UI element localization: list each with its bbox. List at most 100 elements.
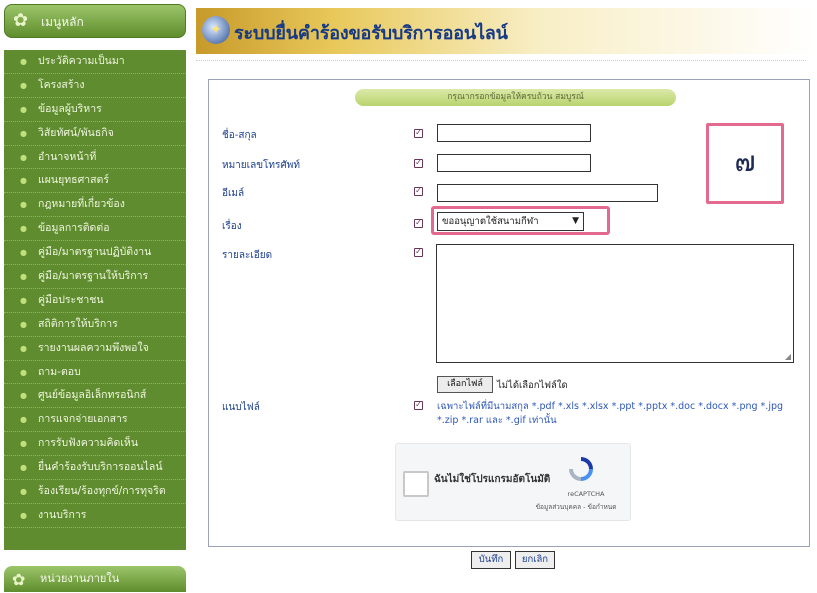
bullet-icon: ● [20,152,27,162]
sidebar-item-label: คู่มือ/มาตรฐานปฏิบัติงาน [38,246,152,259]
sidebar-item-duties[interactable]: ● อำนาจหน้าที่ [4,146,186,170]
sidebar-item-structure[interactable]: ● โครงสร้าง [4,74,186,98]
emblem-icon: ✦ [202,16,230,44]
sidebar-item-e-info-center[interactable]: ● ศูนย์ข้อมูลอิเล็กทรอนิกส์ [4,384,186,409]
required-mark-icon: ✓ [414,247,423,257]
page-title: ระบบยื่นคำร้องขอรับบริการออนไลน์ [234,23,508,44]
subject-label: เรื่อง [222,221,242,232]
required-mark-icon: ✓ [414,128,423,138]
resize-grip-icon[interactable]: ◢ [785,352,791,361]
sidebar: ✿ เมนูหลัก ● ประวัติความเป็นมา ● โครงสร้าง… [0,0,188,592]
sidebar-footer-label: หน่วยงานภายใน [40,572,120,585]
sidebar-item-label: การรับฟังความคิดเห็น [38,437,139,450]
sidebar-menu: ● ประวัติความเป็นมา ● โครงสร้าง ● ข้อมูลผู้… [4,50,186,550]
sidebar-footer: ✿ หน่วยงานภายใน [4,566,186,592]
sidebar-item-faq[interactable]: ● ถาม-ตอบ [4,361,186,385]
sidebar-item-complaints[interactable]: ● ร้องเรียน/ร้องทุกข์/การทุจริต [4,480,186,504]
sidebar-header: ✿ เมนูหลัก [4,4,186,38]
name-label: ชื่อ-สกุล [222,130,257,141]
sidebar-item-service-manual[interactable]: ● คู่มือ/มาตรฐานให้บริการ [4,265,186,289]
bullet-icon: ● [20,176,27,186]
submit-button[interactable]: บันทึก [471,551,511,569]
sidebar-item-label: วิสัยทัศน์/พันธกิจ [38,126,114,139]
sidebar-header-label: เมนูหลัก [41,15,84,29]
sidebar-item-executives[interactable]: ● ข้อมูลผู้บริหาร [4,98,186,122]
sidebar-item-label: ข้อมูลการติดต่อ [38,222,110,235]
sidebar-item-label: ประวัติความเป็นมา [38,55,125,67]
recaptcha-label: ฉันไม่ใช่โปรแกรมอัตโนมัติ [434,474,551,485]
sidebar-item-label: อำนาจหน้าที่ [38,150,97,163]
sidebar-item-strategy[interactable]: ● แผนยุทธศาสตร์ [4,169,186,194]
leaf-icon: ✿ [13,10,29,31]
sidebar-item-services[interactable]: ● งานบริการ [4,504,186,528]
sidebar-item-label: โครงสร้าง [38,78,85,91]
bullet-icon: ● [20,57,27,66]
bullet-icon: ● [20,367,27,377]
sidebar-item-label: การแจกจ่ายเอกสาร [38,413,128,426]
bullet-icon: ● [20,463,27,473]
detail-label: รายละเอียด [222,250,273,261]
bullet-icon: ● [20,439,27,449]
bullet-icon: ● [20,200,27,210]
required-mark-icon: ✓ [414,218,423,228]
sidebar-item-laws[interactable]: ● กฎหมายที่เกี่ยวข้อง [4,193,186,218]
required-mark-icon: ✓ [414,400,423,410]
sidebar-item-vision[interactable]: ● วิสัยทัศน์/พันธกิจ [4,122,186,146]
sidebar-item-label: รายงานผลความพึงพอใจ [38,341,149,354]
file-status-text: ไม่ได้เลือกไฟล์ใด [497,380,568,391]
recaptcha-checkbox[interactable] [403,471,429,497]
sidebar-item-label: แผนยุทธศาสตร์ [38,174,110,187]
leaf-icon: ✿ [12,570,26,589]
sidebar-item-label: ศูนย์ข้อมูลอิเล็กทรอนิกส์ [38,389,147,402]
required-mark-icon: ✓ [414,158,423,168]
bullet-icon: ● [20,80,27,90]
bullet-icon: ● [20,343,27,353]
sidebar-item-label: ร้องเรียน/ร้องทุกข์/การทุจริต [38,485,166,498]
email-input[interactable] [437,184,658,202]
sidebar-item-label: คู่มือ/มาตรฐานให้บริการ [38,270,149,283]
bullet-icon: ● [20,104,27,114]
choose-file-button[interactable]: เลือกไฟล์ [437,376,493,393]
page-header: ✦ ระบบยื่นคำร้องขอรับบริการออนไลน์ [196,8,817,54]
sidebar-item-label: ยื่นคำร้องรับบริการออนไลน์ [38,461,163,474]
sidebar-item-online-request[interactable]: ● ยื่นคำร้องรับบริการออนไลน์ [4,456,186,481]
detail-textarea[interactable]: ◢ [436,244,794,363]
bullet-icon: ● [20,391,27,401]
recaptcha-terms-link[interactable]: ข้อมูลส่วนบุคคล - ข้อกำหนด [524,502,628,512]
recaptcha-widget: ฉันไม่ใช่โปรแกรมอัตโนมัติ reCAPTCHA ข้อม… [395,443,631,521]
bullet-icon: ● [20,248,27,258]
annotation-number-badge: ๗ [706,123,784,204]
attach-label: แนบไฟล์ [222,402,260,413]
file-type-hint: เฉพาะไฟล์ที่มีนามสกุล *.pdf *.xls *.xlsx… [437,401,784,426]
sidebar-item-work-manual[interactable]: ● คู่มือ/มาตรฐานปฏิบัติงาน [4,241,186,266]
sidebar-item-statistics[interactable]: ● สถิติการให้บริการ [4,313,186,337]
name-input[interactable] [437,124,591,142]
header-divider [196,60,806,61]
sidebar-item-label: ถาม-ตอบ [38,365,81,378]
sidebar-item-documents[interactable]: ● การแจกจ่ายเอกสาร [4,408,186,433]
form-notice: กรุณากรอกข้อมูลให้ครบถ้วน สมบูรณ์ [355,89,676,106]
phone-input[interactable] [437,154,591,172]
bullet-icon: ● [20,272,27,282]
cancel-button[interactable]: ยกเลิก [515,551,555,569]
bullet-icon: ● [20,487,27,497]
sidebar-item-citizen-manual[interactable]: ● คู่มือประชาชน [4,289,186,313]
sidebar-item-feedback[interactable]: ● การรับฟังความคิดเห็น [4,432,186,457]
email-label: อีเมล์ [222,188,245,199]
sidebar-item-contact[interactable]: ● ข้อมูลการติดต่อ [4,217,186,242]
bullet-icon: ● [20,224,27,234]
phone-label: หมายเลขโทรศัพท์ [222,160,300,171]
sidebar-item-label: สถิติการให้บริการ [38,317,118,330]
recaptcha-icon [569,457,593,481]
sidebar-item-label: งานบริการ [38,508,87,521]
bullet-icon: ● [20,295,27,305]
subject-highlight-box [431,206,610,235]
required-mark-icon: ✓ [414,186,423,196]
bullet-icon: ● [20,510,27,520]
sidebar-item-satisfaction[interactable]: ● รายงานผลความพึงพอใจ [4,337,186,361]
bullet-icon: ● [20,415,27,425]
sidebar-item-history[interactable]: ● ประวัติความเป็นมา [4,50,186,74]
sidebar-item-label: กฎหมายที่เกี่ยวข้อง [38,198,125,211]
bullet-icon: ● [20,319,27,329]
sidebar-item-label: ข้อมูลผู้บริหาร [38,102,102,115]
